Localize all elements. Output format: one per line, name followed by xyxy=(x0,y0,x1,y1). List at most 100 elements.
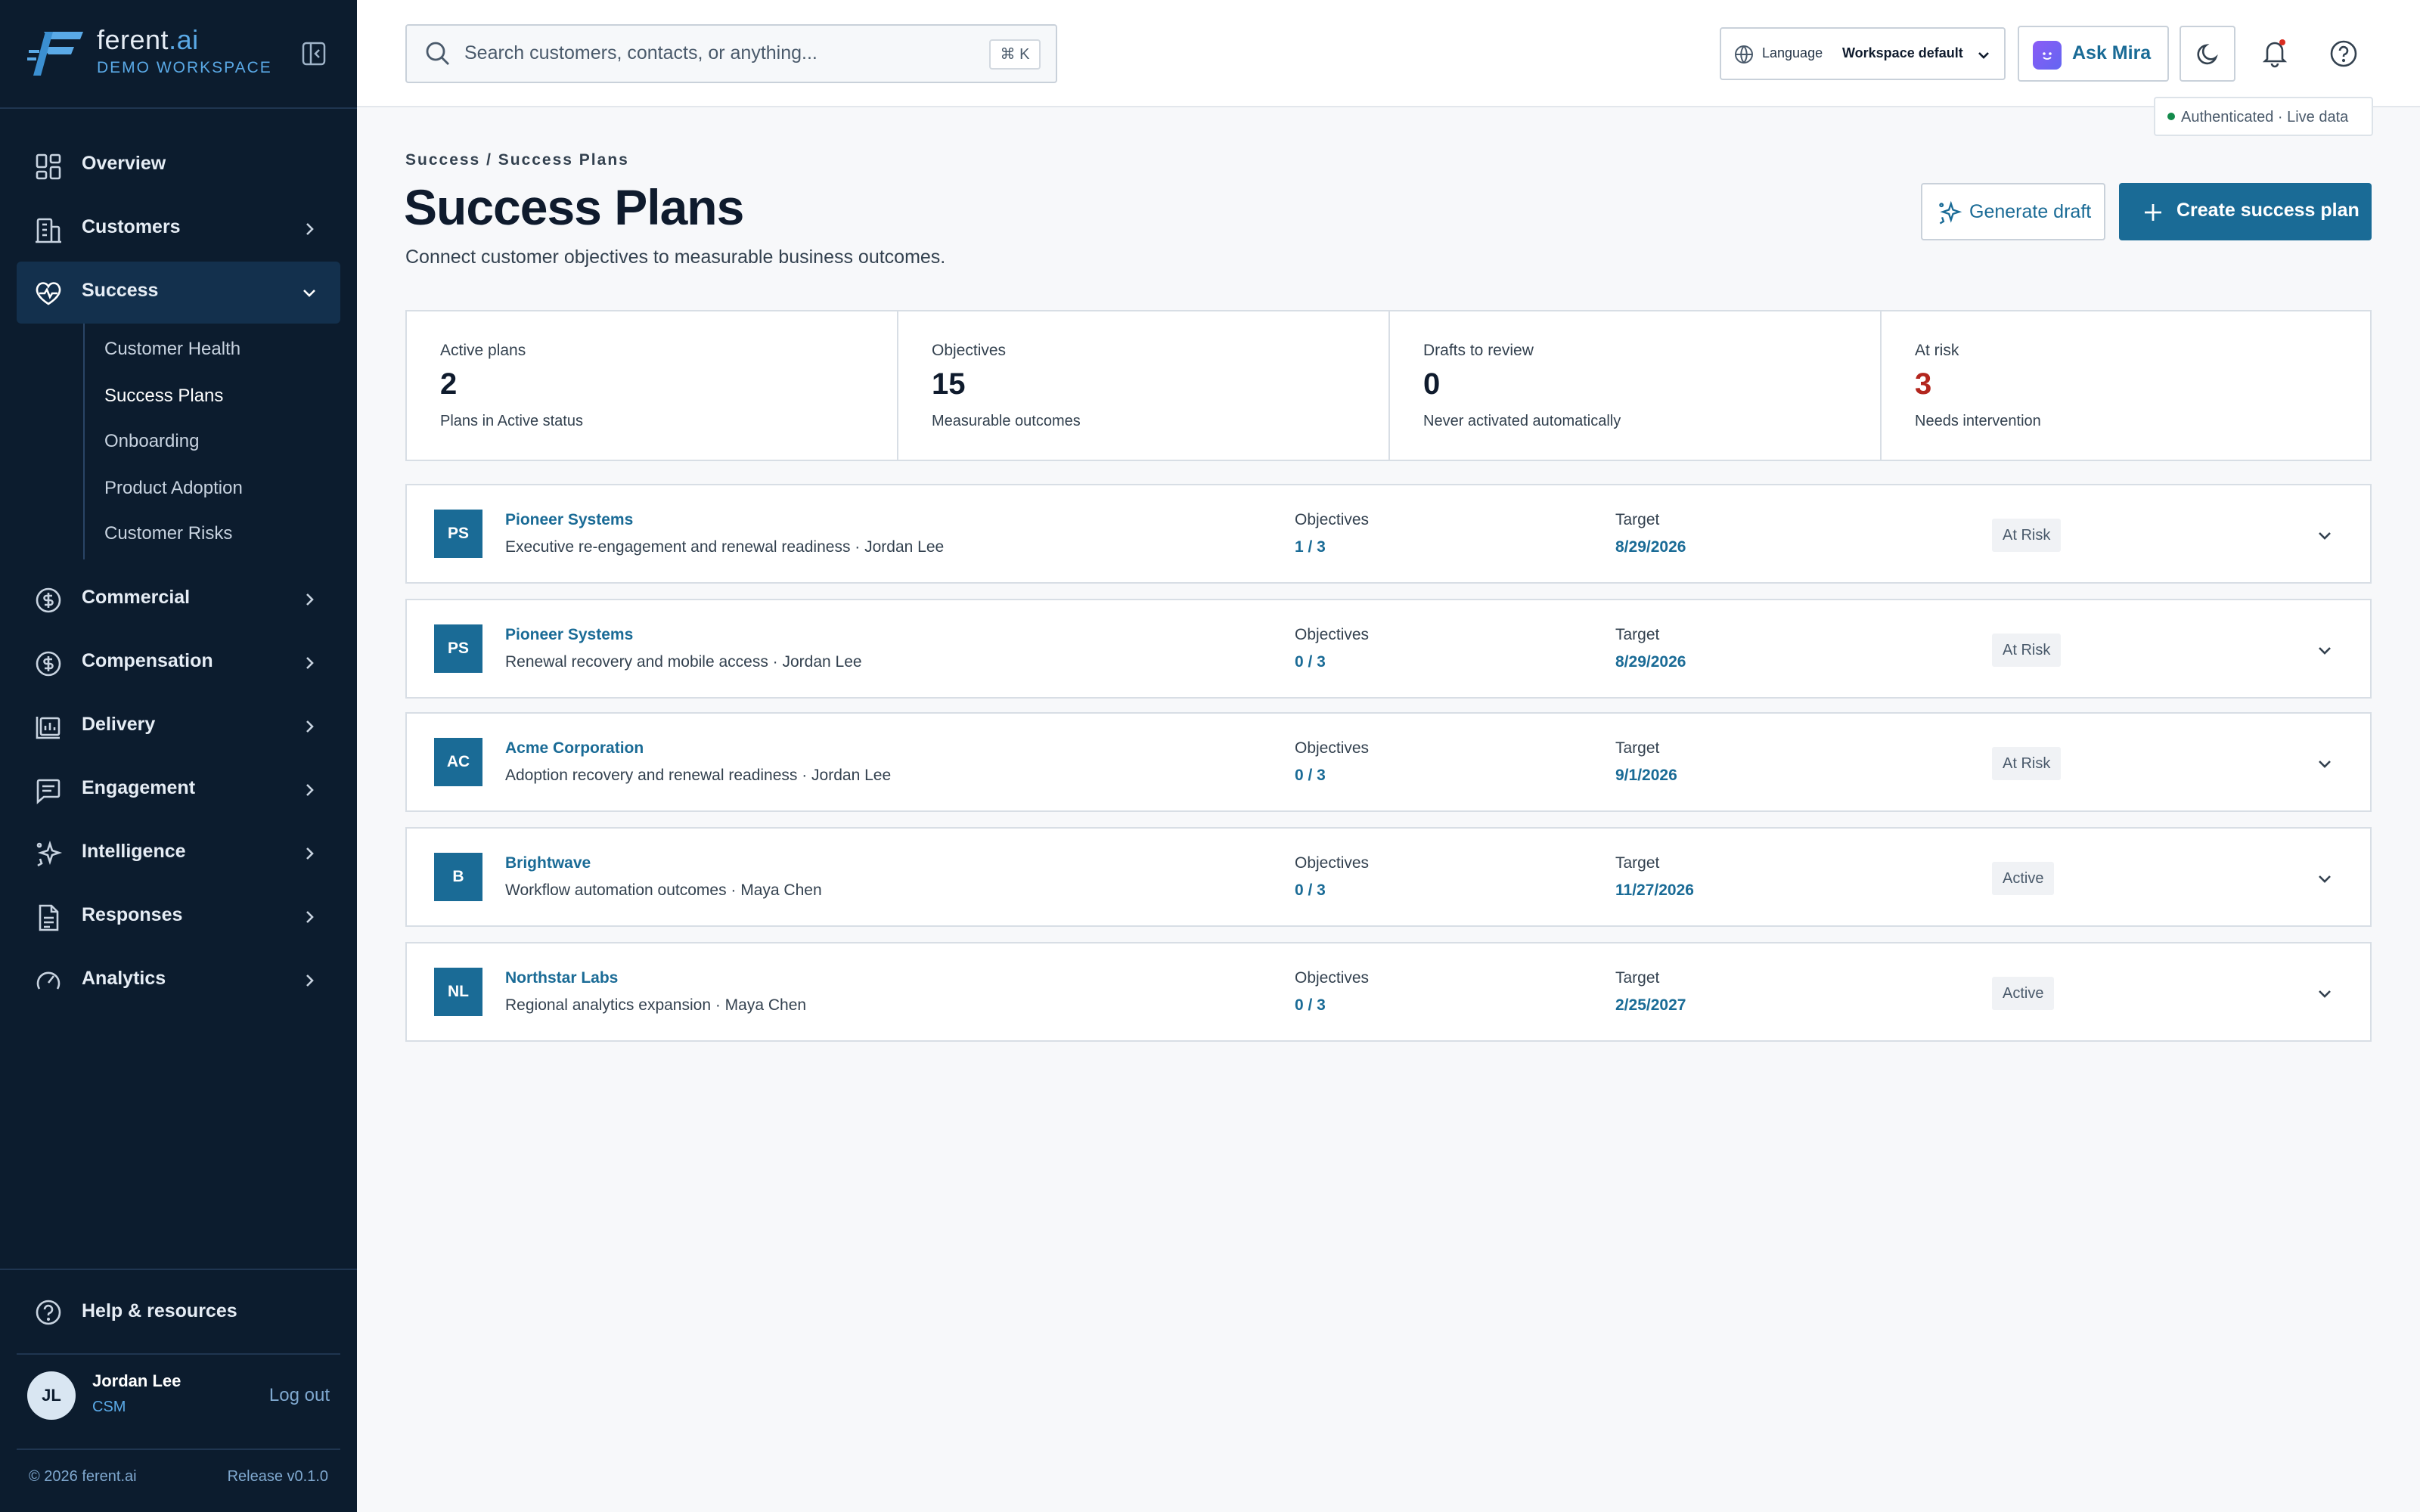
customer-logo: PS xyxy=(434,510,482,558)
chevron-down-icon xyxy=(303,290,315,297)
notifications-button[interactable] xyxy=(2248,26,2304,82)
sidebar-subitem-success-plans[interactable]: Success Plans xyxy=(104,386,223,407)
breadcrumb[interactable]: Success / Success Plans xyxy=(405,151,629,169)
sidebar-item-label: Responses xyxy=(82,904,183,925)
stat-at-risk: At risk 3 Needs intervention xyxy=(1882,311,2370,460)
target-date: 2/25/2027 xyxy=(1615,996,1686,1014)
stat-label: At risk xyxy=(1915,342,1959,359)
document-icon xyxy=(39,904,59,931)
avatar[interactable]: JL xyxy=(27,1371,76,1420)
sidebar-item-label: Customers xyxy=(82,216,181,237)
stat-caption: Plans in Active status xyxy=(440,413,583,429)
status-badge: At Risk xyxy=(1992,747,2062,780)
chevron-down-icon[interactable] xyxy=(2314,640,2335,661)
search-shortcut: ⌘ K xyxy=(989,39,1041,70)
search-input[interactable]: Search customers, contacts, or anything.… xyxy=(405,24,1057,83)
generate-draft-label: Generate draft xyxy=(1969,201,2092,222)
language-label: Language xyxy=(1762,45,1823,60)
stat-drafts-to-review: Drafts to review 0 Never activated autom… xyxy=(1390,311,1882,460)
target-date: 11/27/2026 xyxy=(1615,881,1694,899)
chevron-right-icon xyxy=(306,593,314,606)
chevron-down-icon[interactable] xyxy=(2314,983,2335,1004)
plan-row[interactable]: PS Pioneer Systems Renewal recovery and … xyxy=(405,599,2372,699)
customer-link[interactable]: Acme Corporation xyxy=(505,739,644,758)
sidebar-item-label: Commercial xyxy=(82,587,191,608)
sidebar-subitem-product-adoption[interactable]: Product Adoption xyxy=(104,478,243,499)
chevron-right-icon xyxy=(306,784,314,796)
target-label: Target xyxy=(1615,739,1660,757)
sidebar: ferent.ai DEMO WORKSPACE Overview Custom… xyxy=(0,0,357,1512)
customer-link[interactable]: Pioneer Systems xyxy=(505,511,633,529)
sidebar-item-analytics[interactable]: Analytics xyxy=(17,950,340,1012)
plan-row[interactable]: PS Pioneer Systems Executive re-engageme… xyxy=(405,484,2372,584)
chevron-right-icon xyxy=(306,657,314,669)
target-date: 9/1/2026 xyxy=(1615,767,1677,784)
language-select[interactable]: Language Workspace default xyxy=(1720,27,2006,80)
stat-caption: Measurable outcomes xyxy=(932,413,1081,429)
objectives-value: 1 / 3 xyxy=(1295,538,1326,556)
create-success-plan-button[interactable]: Create success plan xyxy=(2119,183,2372,240)
sidebar-item-label: Intelligence xyxy=(82,841,186,862)
sidebar-item-intelligence[interactable]: Intelligence xyxy=(17,823,340,885)
sidebar-subitem-customer-risks[interactable]: Customer Risks xyxy=(104,523,232,544)
sidebar-item-engagement[interactable]: Engagement xyxy=(17,759,340,821)
auth-status-text: Authenticated · Live data xyxy=(2181,109,2349,125)
sidebar-item-customers[interactable]: Customers xyxy=(17,198,340,260)
sidebar-subitem-customer-health[interactable]: Customer Health xyxy=(104,339,240,360)
status-badge: At Risk xyxy=(1992,519,2062,552)
customer-link[interactable]: Northstar Labs xyxy=(505,969,618,987)
language-value: Workspace default xyxy=(1842,45,1963,60)
plan-description: Workflow automation outcomes · Maya Chen xyxy=(505,881,822,899)
theme-toggle-button[interactable] xyxy=(2180,26,2235,82)
sidebar-item-compensation[interactable]: Compensation xyxy=(17,632,340,694)
stat-active-plans: Active plans 2 Plans in Active status xyxy=(407,311,898,460)
chevron-right-icon xyxy=(306,223,314,235)
chevron-down-icon[interactable] xyxy=(2314,753,2335,774)
help-resources-link[interactable]: Help & resources xyxy=(33,1294,321,1332)
stat-caption: Never activated automatically xyxy=(1423,413,1621,429)
objectives-value: 0 / 3 xyxy=(1295,996,1326,1014)
help-label: Help & resources xyxy=(82,1300,237,1321)
objectives-value: 0 / 3 xyxy=(1295,767,1326,784)
objectives-value: 0 / 3 xyxy=(1295,881,1326,899)
sidebar-item-delivery[interactable]: Delivery xyxy=(17,696,340,758)
chevron-down-icon xyxy=(1978,52,1989,59)
sidebar-item-responses[interactable]: Responses xyxy=(17,886,340,948)
plan-row[interactable]: AC Acme Corporation Adoption recovery an… xyxy=(405,712,2372,812)
dollar-circle-icon xyxy=(36,651,61,677)
chevron-right-icon xyxy=(306,911,314,923)
ask-mira-button[interactable]: Ask Mira xyxy=(2018,26,2169,82)
chevron-down-icon[interactable] xyxy=(2314,868,2335,889)
customer-link[interactable]: Brightwave xyxy=(505,854,591,872)
brand[interactable]: ferent.ai DEMO WORKSPACE xyxy=(27,23,330,83)
plan-description: Regional analytics expansion · Maya Chen xyxy=(505,996,807,1014)
sidebar-subitem-onboarding[interactable]: Onboarding xyxy=(104,431,199,452)
sidebar-divider xyxy=(0,1269,357,1270)
sidebar-item-overview[interactable]: Overview xyxy=(17,135,340,197)
customer-link[interactable]: Pioneer Systems xyxy=(505,626,633,644)
help-circle-icon xyxy=(36,1300,61,1325)
chevron-down-icon[interactable] xyxy=(2314,525,2335,546)
stat-label: Active plans xyxy=(440,342,526,359)
sidebar-divider xyxy=(17,1353,340,1355)
sidebar-divider xyxy=(0,107,357,109)
sidebar-item-commercial[interactable]: Commercial xyxy=(17,569,340,631)
help-circle-icon xyxy=(2330,40,2357,67)
sidebar-item-success[interactable]: Success xyxy=(17,262,340,324)
logout-button[interactable]: Log out xyxy=(269,1385,330,1406)
plan-row[interactable]: B Brightwave Workflow automation outcome… xyxy=(405,827,2372,927)
chevron-right-icon xyxy=(306,720,314,733)
ask-mira-label: Ask Mira xyxy=(2072,42,2152,64)
collapse-sidebar-icon[interactable] xyxy=(301,41,327,67)
sidebar-item-label: Delivery xyxy=(82,714,156,735)
bell-icon xyxy=(2262,39,2288,68)
target-date: 8/29/2026 xyxy=(1615,538,1686,556)
generate-draft-button[interactable]: Generate draft xyxy=(1921,183,2105,240)
stat-caption: Needs intervention xyxy=(1915,413,2041,429)
plan-row[interactable]: NL Northstar Labs Regional analytics exp… xyxy=(405,942,2372,1042)
page-subtitle: Connect customer objectives to measurabl… xyxy=(405,246,946,268)
status-badge: Active xyxy=(1992,862,2055,895)
help-button[interactable] xyxy=(2316,26,2372,82)
sidebar-item-label: Overview xyxy=(82,153,166,174)
objectives-label: Objectives xyxy=(1295,854,1370,872)
